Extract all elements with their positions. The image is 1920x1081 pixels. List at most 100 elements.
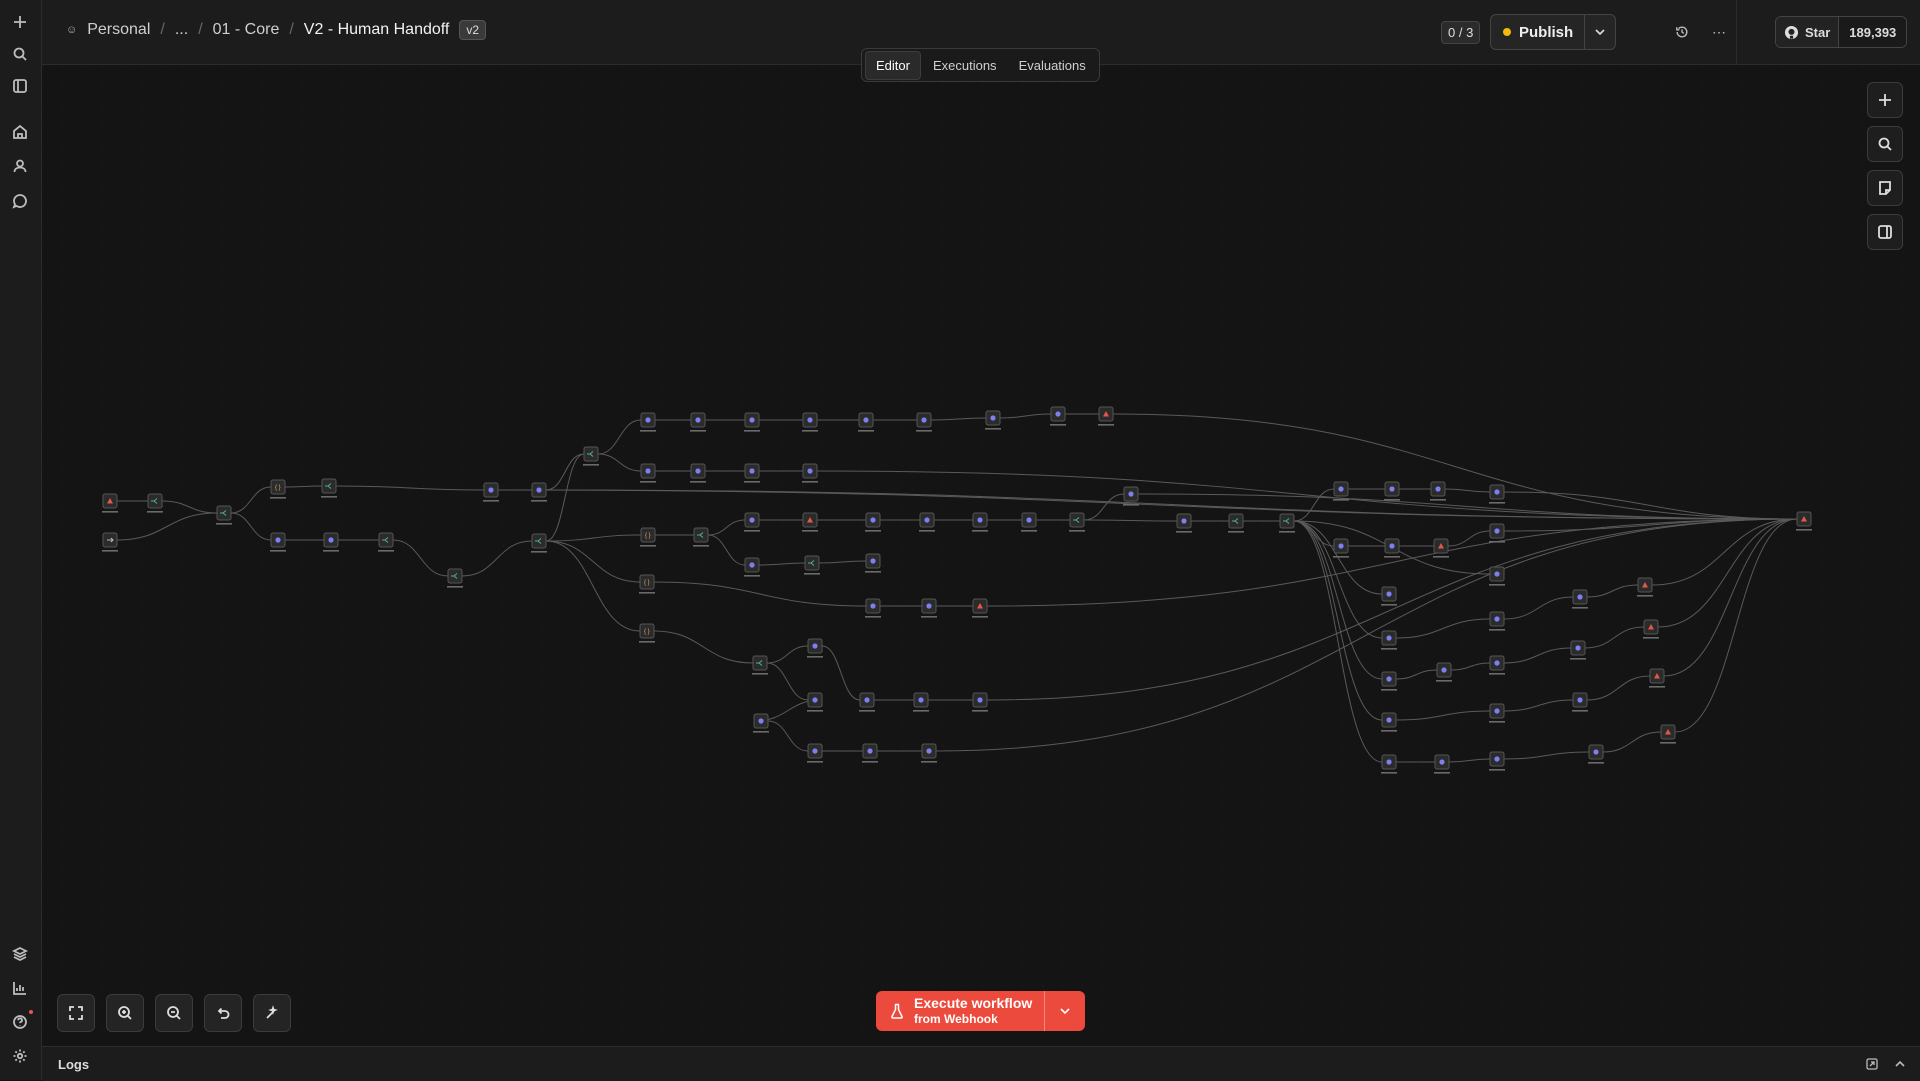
view-tabs: Editor Executions Evaluations xyxy=(861,48,1100,82)
http-request-icon xyxy=(645,468,651,474)
tab-editor[interactable]: Editor xyxy=(865,50,921,80)
node-label-placeholder xyxy=(1021,530,1037,532)
http-request-icon xyxy=(1494,708,1500,714)
tab-executions[interactable]: Executions xyxy=(923,52,1007,79)
node-label-placeholder xyxy=(1069,530,1085,532)
node-label-placeholder xyxy=(693,545,709,547)
chevron-down-icon xyxy=(1060,1008,1070,1015)
node-label-placeholder xyxy=(752,673,768,675)
node-label-placeholder xyxy=(802,481,818,483)
logs-panel-bar[interactable]: Logs xyxy=(42,1046,1920,1081)
node-label-placeholder xyxy=(985,428,1001,430)
execute-dropdown-button[interactable] xyxy=(1044,991,1085,1031)
breadcrumb-folder[interactable]: 01 - Core xyxy=(213,21,280,39)
http-request-icon xyxy=(1494,756,1500,762)
panel-icon[interactable] xyxy=(8,74,32,98)
http-request-icon xyxy=(807,417,813,423)
node-label-placeholder xyxy=(865,571,881,573)
node-label-placeholder xyxy=(807,761,823,763)
code-icon: { } xyxy=(275,485,281,491)
http-request-icon xyxy=(328,537,334,543)
node-label-placeholder xyxy=(807,656,823,658)
node-label-placeholder xyxy=(216,523,232,525)
fit-view-button[interactable] xyxy=(57,994,95,1032)
http-request-icon xyxy=(1386,759,1392,765)
node-label-placeholder xyxy=(913,710,929,712)
tidy-up-button[interactable] xyxy=(253,994,291,1032)
http-request-icon xyxy=(536,487,542,493)
history-icon[interactable] xyxy=(1672,22,1692,42)
zoom-in-icon xyxy=(118,1006,132,1020)
http-request-icon xyxy=(977,697,983,703)
workflow-name[interactable]: V2 - Human Handoff xyxy=(304,21,450,39)
canvas-right-toolbar xyxy=(1867,82,1903,250)
add-node-button[interactable] xyxy=(1867,82,1903,118)
plus-icon[interactable] xyxy=(8,10,32,34)
code-icon: { } xyxy=(644,629,650,635)
node-label-placeholder xyxy=(1436,680,1452,682)
unpublished-dot xyxy=(1503,28,1511,36)
node-label-placeholder xyxy=(323,550,339,552)
node-label-placeholder xyxy=(1381,648,1397,650)
http-request-icon xyxy=(1338,543,1344,549)
breadcrumb-ellipsis[interactable]: ... xyxy=(175,21,188,39)
node-label-placeholder xyxy=(1489,769,1505,771)
node-label-placeholder xyxy=(921,616,937,618)
popout-icon[interactable] xyxy=(1866,1058,1878,1070)
zoom-in-button[interactable] xyxy=(106,994,144,1032)
chevron-up-icon[interactable] xyxy=(1894,1058,1906,1070)
http-request-icon xyxy=(1386,635,1392,641)
node-label-placeholder xyxy=(1098,424,1114,426)
http-request-icon xyxy=(870,558,876,564)
http-request-icon xyxy=(870,517,876,523)
http-request-icon xyxy=(1386,717,1392,723)
publish-dropdown-button[interactable] xyxy=(1584,15,1615,49)
chat-icon[interactable] xyxy=(8,189,32,213)
node-label-placeholder xyxy=(1588,762,1604,764)
workflow-graph: { } { } { } { } xyxy=(42,65,1920,1045)
workflow-canvas[interactable]: { } { } { } { } xyxy=(42,65,1920,1045)
http-request-icon xyxy=(921,417,927,423)
settings-icon[interactable] xyxy=(8,1044,32,1068)
home-icon[interactable] xyxy=(8,120,32,144)
counter-badge: 0 / 3 xyxy=(1441,21,1481,44)
breadcrumb-project[interactable]: Personal xyxy=(87,21,150,39)
http-request-icon xyxy=(863,417,869,423)
panel-icon xyxy=(1878,225,1892,239)
node-label-placeholder xyxy=(1660,742,1676,744)
toggle-panel-button[interactable] xyxy=(1867,214,1903,250)
github-star-button[interactable]: Star xyxy=(1776,17,1839,47)
github-star-widget: Star 189,393 xyxy=(1775,16,1908,48)
user-icon[interactable] xyxy=(8,154,32,178)
node-label-placeholder xyxy=(1489,584,1505,586)
http-request-icon xyxy=(1593,749,1599,755)
publish-button[interactable]: Publish xyxy=(1491,15,1584,49)
execute-workflow-button[interactable]: Execute workflow from Webhook xyxy=(876,991,1044,1031)
breadcrumb-separator: / xyxy=(160,21,165,38)
node-label-placeholder xyxy=(640,430,656,432)
tab-evaluations[interactable]: Evaluations xyxy=(1009,52,1096,79)
undo-icon xyxy=(217,1007,230,1019)
help-icon[interactable] xyxy=(8,1010,32,1034)
node-label-placeholder xyxy=(1489,502,1505,504)
node-label-placeholder xyxy=(1384,499,1400,501)
insights-icon[interactable] xyxy=(8,976,32,1000)
github-star-count[interactable]: 189,393 xyxy=(1838,17,1907,47)
node-label-placeholder xyxy=(972,530,988,532)
http-request-icon xyxy=(864,697,870,703)
http-request-icon xyxy=(1494,571,1500,577)
node-label-placeholder xyxy=(1050,424,1066,426)
zoom-out-button[interactable] xyxy=(155,994,193,1032)
search-nodes-button[interactable] xyxy=(1867,126,1903,162)
search-icon[interactable] xyxy=(8,42,32,66)
notification-dot xyxy=(29,1010,33,1014)
undo-button[interactable] xyxy=(204,994,242,1032)
node-label-placeholder xyxy=(639,641,655,643)
http-request-icon xyxy=(1494,528,1500,534)
templates-icon[interactable] xyxy=(8,942,32,966)
sticky-note-button[interactable] xyxy=(1867,170,1903,206)
more-options-icon[interactable]: ⋯ xyxy=(1709,22,1729,42)
http-request-icon xyxy=(1494,660,1500,666)
node-label-placeholder xyxy=(1381,730,1397,732)
http-request-icon xyxy=(695,417,701,423)
